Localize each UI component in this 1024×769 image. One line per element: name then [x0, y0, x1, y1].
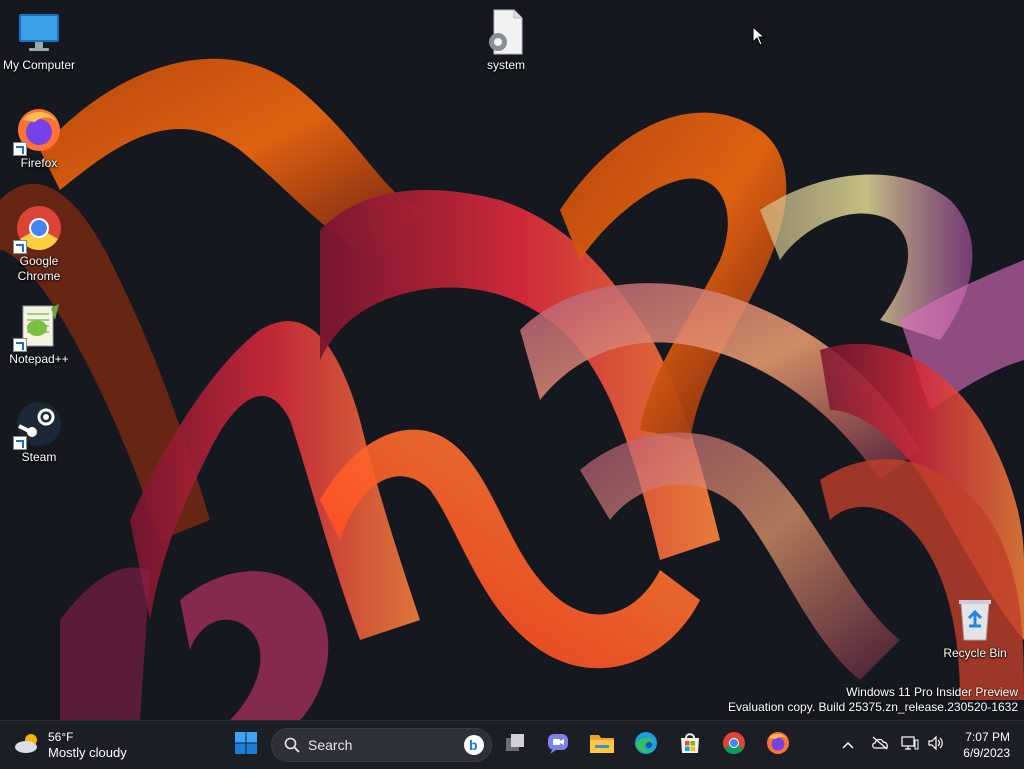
monitor-icon: [15, 8, 63, 56]
desktop-icon-label: system: [486, 58, 525, 72]
chrome-icon: [722, 731, 746, 760]
desktop-icon-label: Notepad++: [9, 352, 69, 366]
store-icon: [678, 731, 702, 760]
evaluation-watermark: Windows 11 Pro Insider Preview Evaluatio…: [728, 685, 1018, 715]
edge-icon: [634, 731, 658, 760]
teams-chat-icon: [546, 731, 570, 760]
task-view-button[interactable]: [497, 727, 533, 763]
cloudy-weather-icon: [14, 732, 42, 759]
recycle-bin-icon: [951, 596, 999, 644]
notepadpp-icon: [13, 302, 63, 352]
taskbar: 56°F Mostly cloudy Search b 7:07 PM 6/9/…: [0, 720, 1024, 769]
steam-icon: [13, 400, 63, 450]
desktop-icon-label: Steam: [21, 450, 57, 464]
desktop-icon-label: My Computer: [2, 58, 76, 72]
weather-temperature: 56°F: [48, 730, 74, 744]
shortcut-arrow-icon: [13, 436, 27, 450]
svg-text:b: b: [469, 737, 478, 753]
taskbar-clock[interactable]: 7:07 PM 6/9/2023: [963, 729, 1010, 761]
desktop-icon-steam[interactable]: Steam: [1, 400, 77, 465]
clock-time: 7:07 PM: [965, 730, 1010, 744]
desktop-icon-label: Google Chrome: [17, 254, 61, 283]
desktop-icon-google-chrome[interactable]: Google Chrome: [1, 204, 77, 284]
onedrive-tray-button[interactable]: [868, 727, 892, 763]
teams-chat-button[interactable]: [540, 727, 576, 763]
watermark-line-2: Evaluation copy. Build 25375.zn_release.…: [728, 700, 1018, 714]
file-explorer-icon: [589, 731, 615, 760]
weather-condition: Mostly cloudy: [48, 745, 127, 760]
show-hidden-icons-button[interactable]: [838, 727, 858, 763]
shortcut-arrow-icon: [13, 142, 27, 156]
microsoft-store-button[interactable]: [672, 727, 708, 763]
desktop-icon-my-computer[interactable]: My Computer: [1, 8, 77, 73]
desktop-wallpaper: [0, 0, 1024, 720]
search-icon: [284, 737, 300, 753]
clock-date: 6/9/2023: [963, 746, 1010, 760]
taskbar-search-box[interactable]: Search b: [271, 728, 492, 762]
edge-button[interactable]: [628, 727, 664, 763]
desktop-icon-label: Firefox: [20, 156, 58, 170]
start-button[interactable]: [228, 727, 264, 763]
desktop-icon-recycle-bin[interactable]: Recycle Bin: [937, 596, 1013, 661]
chrome-icon: [13, 204, 63, 254]
mouse-cursor-icon: [752, 25, 766, 51]
task-view-icon: [503, 731, 527, 760]
weather-widget[interactable]: 56°F Mostly cloudy: [14, 727, 127, 763]
watermark-line-1: Windows 11 Pro Insider Preview: [846, 685, 1018, 699]
firefox-taskbar-button[interactable]: [760, 727, 796, 763]
shortcut-arrow-icon: [13, 240, 27, 254]
network-tray-button[interactable]: [900, 727, 920, 763]
shortcut-arrow-icon: [13, 338, 27, 352]
file-explorer-button[interactable]: [584, 727, 620, 763]
desktop-icon-firefox[interactable]: Firefox: [1, 106, 77, 171]
onedrive-icon: [871, 736, 889, 755]
firefox-icon: [13, 106, 63, 156]
network-icon: [901, 735, 919, 756]
volume-tray-button[interactable]: [926, 727, 946, 763]
desktop-icon-label: Recycle Bin: [943, 646, 1007, 660]
desktop-icon-system[interactable]: system: [468, 8, 544, 73]
desktop-icon-notepadpp[interactable]: Notepad++: [1, 302, 77, 367]
start-icon: [234, 731, 258, 760]
firefox-icon: [766, 731, 790, 760]
search-label: Search: [308, 737, 353, 753]
chevron-up-icon: [842, 736, 854, 754]
bing-icon[interactable]: b: [463, 734, 485, 756]
settings-file-icon: [482, 8, 530, 56]
chrome-taskbar-button[interactable]: [716, 727, 752, 763]
volume-icon: [927, 735, 945, 756]
